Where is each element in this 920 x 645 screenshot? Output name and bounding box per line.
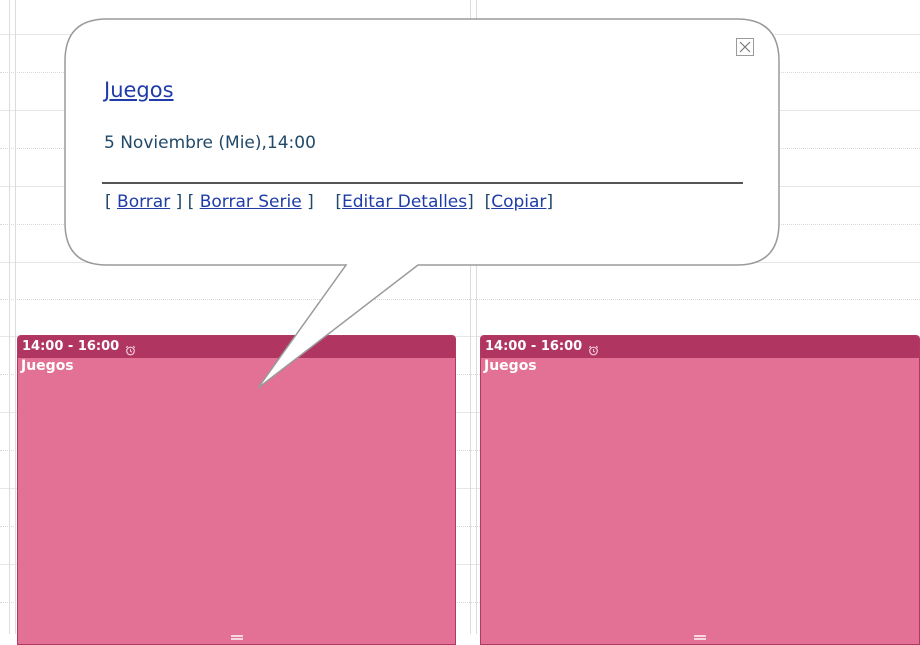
event-date: 5 Noviembre (Mie),14:00 xyxy=(104,133,316,153)
popup-actions: [ Borrar ] [ Borrar Serie ] [Editar Deta… xyxy=(105,192,554,212)
close-icon[interactable] xyxy=(736,38,754,56)
event-title-link[interactable]: Juegos xyxy=(104,78,174,102)
delete-link[interactable]: Borrar xyxy=(117,192,170,212)
event-resize-handle[interactable] xyxy=(694,635,706,640)
copy-link[interactable]: Copiar xyxy=(491,192,546,212)
event-resize-handle[interactable] xyxy=(230,635,243,640)
edit-details-link[interactable]: Editar Detalles xyxy=(342,192,467,212)
divider xyxy=(102,182,743,184)
delete-series-link[interactable]: Borrar Serie xyxy=(200,192,302,212)
